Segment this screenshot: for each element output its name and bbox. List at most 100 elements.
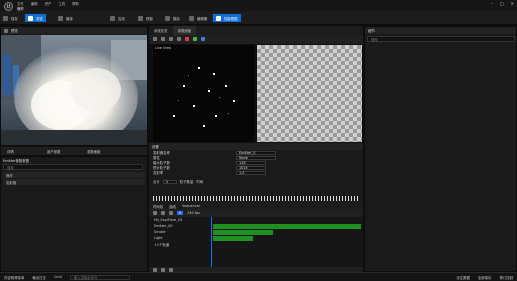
prop-value-field[interactable]: Emitter_0 [236, 150, 276, 155]
footer-count-label: 粒子数量 [179, 180, 194, 184]
skip-forward-icon[interactable] [169, 267, 173, 272]
details-search-input[interactable]: 搜索 [367, 36, 515, 42]
tab-user-params[interactable]: 用户参数 [41, 149, 81, 154]
tab-details[interactable]: 详情 [1, 149, 41, 154]
browse-button[interactable]: 浏览 [25, 14, 46, 22]
console-placeholder: 输入控制台命令 [73, 275, 98, 280]
save-button[interactable]: 保存 [3, 14, 18, 22]
details-header: 细节 [365, 27, 516, 34]
frame-ruler[interactable] [153, 196, 359, 201]
simulate-icon [165, 15, 170, 21]
console-input[interactable]: 输入控制台命令 [69, 274, 130, 280]
tab-timeline[interactable]: 时间线 [153, 204, 163, 209]
play-icon[interactable] [193, 37, 197, 41]
prop-value-field[interactable]: None [236, 155, 276, 160]
mid-tab-bar: 系统总览 参数面板 [149, 26, 363, 35]
main-toolbar: 保存 浏览 编译 应用 视窗 模拟 编辑器 性能视图 [0, 11, 517, 25]
editor-label: 编辑器 [197, 16, 208, 21]
editor-icon [189, 15, 194, 21]
title-bar: U 文件 编辑 资产 工具 帮助 爆炸 – □ ✕ [0, 0, 517, 11]
tab-curves[interactable]: 曲线 [169, 204, 176, 209]
params-search-input[interactable]: 搜索 [3, 164, 143, 170]
filter-icon[interactable] [169, 37, 173, 41]
live-view-label: Live View [155, 46, 172, 50]
view-icon[interactable] [161, 37, 165, 41]
menu-help[interactable]: 帮助 [72, 1, 79, 6]
zoom-icon[interactable] [177, 37, 181, 41]
cmd-label: Cmd [53, 275, 62, 279]
playhead-line [211, 217, 212, 267]
track-bar[interactable] [213, 230, 273, 235]
apply-button[interactable]: 应用 [110, 14, 125, 22]
source-control-button[interactable]: 修订控制 [499, 275, 513, 280]
track-bar[interactable] [213, 224, 361, 229]
content-drawer-button[interactable]: 内容侧滑菜单 [4, 275, 24, 280]
footer-total-value[interactable]: 4 [162, 179, 177, 184]
preview-title: 预览 [11, 29, 18, 33]
minimize-icon[interactable]: – [491, 1, 493, 6]
status-right: 派生数据 全部保存 修订控制 [456, 275, 517, 280]
derived-data-button[interactable]: 派生数据 [456, 275, 470, 280]
viewport-icon [138, 15, 143, 21]
footer-time-label: 时间 [196, 180, 204, 184]
prop-value-field[interactable]: 1.0 [236, 170, 266, 175]
tab-system-overview[interactable]: 系统总览 [149, 28, 173, 33]
details-title: 细节 [368, 29, 375, 33]
tab-param-panel[interactable]: 参数面板 [81, 149, 131, 154]
tab-param-panel-mid-label: 参数面板 [177, 29, 192, 33]
track-bar[interactable] [213, 236, 253, 241]
frame-rate[interactable]: 240 fps [187, 211, 200, 215]
live-view-graph[interactable]: Live View [153, 45, 254, 142]
close-icon[interactable]: ✕ [511, 1, 514, 6]
track-area: Hit_ExplFlare_03 Emitter_00 Smoke Light … [149, 217, 363, 267]
preview-viewport[interactable] [1, 35, 147, 145]
play-icon[interactable] [161, 267, 165, 272]
properties-panel: 设置 发射器名称 Emitter_0 属性 None 最大粒子数 128 预计粒子数 1… [149, 143, 363, 203]
editor-mode-button[interactable]: 编辑器 [189, 14, 207, 22]
viewport-button[interactable]: 视窗 [138, 14, 153, 22]
record-icon[interactable] [185, 37, 189, 41]
tab-sequencer[interactable]: Sequencer [182, 204, 200, 208]
tab-param-panel-mid[interactable]: 参数面板 [172, 26, 197, 35]
menu-asset[interactable]: 资产 [45, 1, 52, 6]
output-log-button[interactable]: 输出日志 [32, 275, 46, 280]
status-left: 内容侧滑菜单 输出日志 Cmd 输入控制台命令 [0, 274, 130, 280]
preview-icon [4, 28, 8, 33]
add-track-icon[interactable] [153, 211, 157, 215]
tab-details-label: 详情 [7, 149, 14, 154]
save-all-button[interactable]: 全部保存 [478, 275, 492, 280]
graph-toolbar [149, 35, 363, 44]
menu-edit[interactable]: 编辑 [31, 1, 38, 6]
performance-button[interactable]: 性能视图 [213, 14, 241, 22]
menu-tools[interactable]: 工具 [58, 1, 65, 6]
footer-total-label: 合计 [153, 180, 160, 184]
compile-button[interactable]: 编译 [58, 14, 73, 22]
apply-label: 应用 [118, 16, 125, 21]
settings-icon[interactable] [153, 37, 157, 41]
particle-points [173, 67, 235, 127]
details-search-placeholder: 搜索 [371, 37, 378, 42]
maximize-icon[interactable]: □ [500, 1, 504, 6]
window-controls: – □ ✕ [491, 1, 514, 6]
skip-back-icon[interactable] [153, 267, 157, 272]
filter-track-icon[interactable] [161, 211, 165, 215]
performance-icon [216, 15, 221, 21]
track-row[interactable]: +1个轨道 [149, 241, 363, 247]
folder-icon [28, 15, 33, 21]
save-label: 保存 [11, 16, 18, 21]
list-item[interactable]: 发射器 [3, 179, 145, 185]
params-search-placeholder: 搜索 [7, 165, 14, 170]
list-item[interactable]: 爆炸 [3, 172, 145, 178]
list-item-label: 爆炸 [6, 173, 13, 178]
unreal-logo-icon[interactable]: U [4, 2, 13, 11]
transparency-preview[interactable] [257, 45, 362, 142]
browse-label: 浏览 [36, 16, 43, 21]
prop-value-field[interactable]: 1024 [236, 165, 266, 170]
simulate-button[interactable]: 模拟 [165, 14, 180, 22]
compile-label: 编译 [66, 16, 73, 21]
color-icon[interactable] [201, 37, 205, 41]
playhead-value[interactable]: 0 [177, 211, 184, 215]
prop-value-field[interactable]: 128 [236, 160, 266, 165]
tab-user-params-label: 用户参数 [47, 149, 61, 154]
snap-icon[interactable] [169, 211, 173, 215]
